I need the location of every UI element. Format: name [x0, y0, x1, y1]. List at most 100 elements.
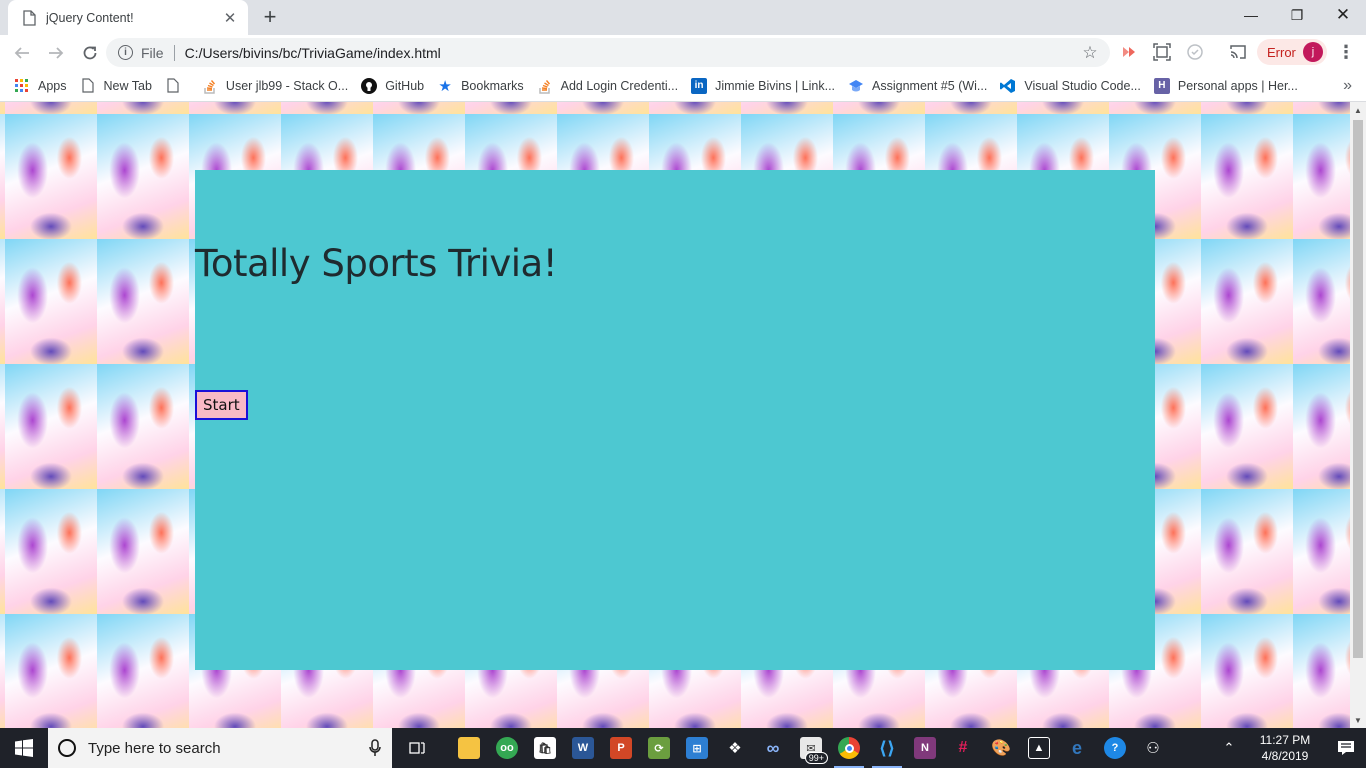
github-icon — [361, 77, 378, 94]
chrome-icon[interactable] — [830, 728, 868, 768]
scroll-thumb[interactable] — [1353, 120, 1363, 658]
bookmark-label: Personal apps | Her... — [1177, 78, 1298, 93]
scroll-up-icon[interactable]: ▲ — [1350, 102, 1366, 118]
heroku-icon: H — [1153, 77, 1170, 94]
profile-error-button[interactable]: Error j — [1257, 39, 1327, 65]
stackoverflow-icon — [537, 78, 553, 94]
bookmark-label: Visual Studio Code... — [1024, 78, 1141, 93]
bookmark-star-icon[interactable]: ☆ — [1076, 39, 1104, 67]
bookmark-vscode[interactable]: Visual Studio Code... — [998, 73, 1148, 99]
photos-icon[interactable]: ▲ — [1020, 728, 1058, 768]
vscode-icon — [1000, 78, 1016, 94]
notification-center-icon[interactable] — [1326, 728, 1366, 768]
dropbox-icon[interactable]: ❖ — [716, 728, 754, 768]
tab-strip: jQuery Content! ✕ + — ❐ ✕ — [0, 0, 1366, 35]
bookmarks-bar: Apps New Tab User jlb99 - Stack O... Git… — [0, 70, 1366, 102]
bookmark-label: Assignment #5 (Wi... — [872, 78, 988, 93]
tripadvisor-icon[interactable]: oo — [488, 728, 526, 768]
chevron-double-right-icon[interactable]: » — [1343, 77, 1352, 95]
window-controls: — ❐ ✕ — [1228, 0, 1366, 30]
page-icon — [22, 9, 36, 26]
extension-icon[interactable] — [1184, 41, 1206, 63]
url-scheme: File — [141, 44, 164, 61]
info-icon[interactable]: i — [118, 45, 133, 60]
taskbar: Type here to search oo 🛍 W P ⟳ ⊞ ❖ ∞ ✉ 9… — [0, 728, 1366, 768]
store-icon[interactable]: 🛍 — [526, 728, 564, 768]
slack-icon[interactable]: # — [944, 728, 982, 768]
bookmark-stackoverflow-login[interactable]: Add Login Credenti... — [535, 73, 685, 99]
menu-dots-icon[interactable]: ⋮ — [1334, 39, 1358, 65]
infinity-icon[interactable]: ∞ — [754, 728, 792, 768]
new-tab-button[interactable]: + — [258, 4, 282, 29]
vertical-scrollbar[interactable]: ▲ ▼ — [1350, 102, 1366, 728]
start-button[interactable]: Start — [195, 390, 248, 420]
error-label: Error — [1267, 44, 1296, 60]
trivia-card: Totally Sports Trivia! Start — [195, 170, 1155, 670]
star-icon: ★ — [438, 77, 452, 95]
address-bar[interactable]: i File C:/Users/bivins/bc/TriviaGame/ind… — [106, 38, 1110, 67]
word-icon[interactable]: W — [564, 728, 602, 768]
bookmark-label: User jlb99 - Stack O... — [225, 78, 349, 93]
cortana-icon — [58, 739, 76, 757]
page-icon — [165, 78, 181, 94]
windows-start-button[interactable] — [0, 728, 48, 768]
back-button[interactable] — [6, 37, 38, 69]
divider — [173, 44, 175, 61]
paint-icon[interactable]: 🎨 — [982, 728, 1020, 768]
bookmark-bookmarks[interactable]: ★ Bookmarks — [435, 73, 531, 99]
microphone-icon[interactable] — [358, 739, 392, 757]
tab-title: jQuery Content! — [46, 10, 134, 25]
extension-icon[interactable] — [1118, 41, 1140, 63]
bookmark-label: Jimmie Bivins | Link... — [715, 78, 836, 93]
chevron-up-icon[interactable]: ⌃ — [1214, 728, 1244, 768]
bookmark-heroku[interactable]: H Personal apps | Her... — [1152, 73, 1305, 99]
search-placeholder: Type here to search — [88, 739, 221, 757]
url-text[interactable]: C:/Users/bivins/bc/TriviaGame/index.html — [185, 45, 1076, 61]
forward-button[interactable] — [40, 37, 72, 69]
bookmark-linkedin[interactable]: in Jimmie Bivins | Link... — [689, 73, 842, 99]
screen-capture-icon[interactable] — [1151, 41, 1173, 63]
edge-icon[interactable]: e — [1058, 728, 1096, 768]
bookmark-github[interactable]: GitHub — [359, 73, 431, 99]
clock-time: 11:27 PM — [1259, 733, 1311, 747]
powerpoint-icon[interactable]: P — [602, 728, 640, 768]
system-tray: ⌃ 11:27 PM 4/8/2019 — [1214, 728, 1366, 768]
mail-badge: 99+ — [804, 752, 828, 764]
close-icon[interactable]: ✕ — [222, 10, 238, 27]
bookmark-assignment[interactable]: Assignment #5 (Wi... — [846, 73, 994, 99]
minimize-button[interactable]: — — [1228, 0, 1274, 30]
arrow-left-icon — [14, 46, 29, 59]
mail-icon[interactable]: ✉ 99+ — [792, 728, 830, 768]
reload-button[interactable] — [74, 37, 106, 69]
restore-button[interactable]: ❐ — [1274, 0, 1320, 30]
bookmark-new-tab[interactable]: New Tab — [78, 73, 159, 99]
taskbar-search-input[interactable]: Type here to search — [48, 728, 392, 768]
browser-toolbar: i File C:/Users/bivins/bc/TriviaGame/ind… — [0, 35, 1366, 70]
avatar: j — [1303, 42, 1323, 62]
bookmark-apps[interactable]: Apps — [12, 73, 74, 99]
app-icon[interactable]: ⟳ — [640, 728, 678, 768]
page-title: Totally Sports Trivia! — [195, 242, 558, 285]
task-view-icon[interactable] — [398, 728, 436, 768]
bookmark-label: Add Login Credenti... — [560, 78, 679, 93]
browser-tab[interactable]: jQuery Content! ✕ — [8, 0, 248, 35]
app-icon[interactable]: ⊞ — [678, 728, 716, 768]
clock-date: 4/8/2019 — [1261, 749, 1309, 763]
vscode-icon[interactable]: ⟨⟩ — [868, 728, 906, 768]
file-explorer-icon[interactable] — [450, 728, 488, 768]
apps-grid-icon — [14, 78, 30, 94]
people-icon[interactable]: ⚇ — [1134, 728, 1172, 768]
bookmark-stackoverflow-user[interactable]: User jlb99 - Stack O... — [200, 73, 355, 99]
system-clock[interactable]: 11:27 PM 4/8/2019 — [1244, 732, 1326, 764]
page-viewport: Totally Sports Trivia! Start — [0, 102, 1350, 728]
close-window-button[interactable]: ✕ — [1320, 0, 1366, 30]
reload-icon — [83, 46, 97, 59]
linkedin-icon: in — [691, 77, 708, 94]
bookmark-blank[interactable] — [163, 73, 196, 99]
bookmark-label: GitHub — [385, 78, 425, 93]
help-icon[interactable]: ? — [1096, 728, 1134, 768]
scroll-down-icon[interactable]: ▼ — [1350, 712, 1366, 728]
onenote-icon[interactable]: N — [906, 728, 944, 768]
cast-icon[interactable] — [1227, 41, 1249, 63]
graduation-cap-icon — [848, 78, 864, 94]
